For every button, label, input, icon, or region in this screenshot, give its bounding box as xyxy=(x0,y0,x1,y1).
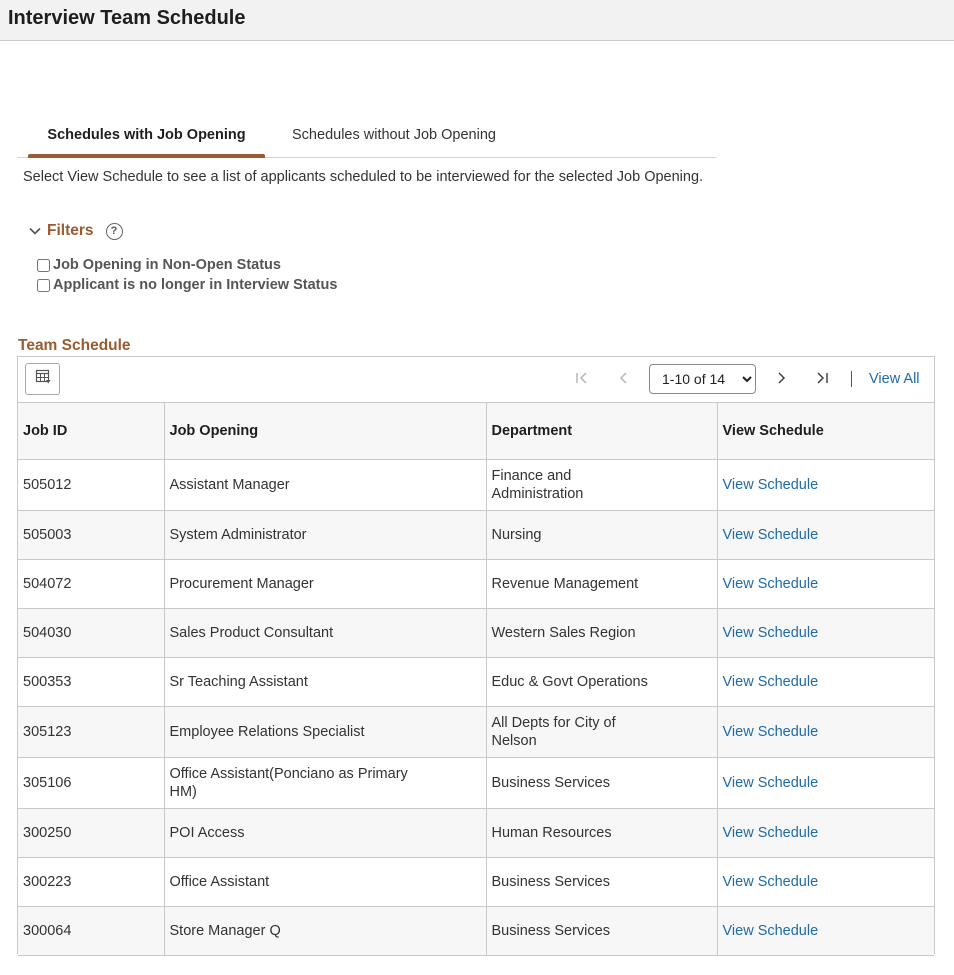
view-schedule-link[interactable]: View Schedule xyxy=(717,808,934,858)
tab-schedules-with-job-opening[interactable]: Schedules with Job Opening xyxy=(28,116,265,158)
cell-job-id: 305123 xyxy=(18,706,165,758)
filter-non-open-status-checkbox[interactable] xyxy=(37,258,50,272)
table-row: 305106 Office Assistant(Ponciano as Prim… xyxy=(18,757,934,809)
cell-job-id: 300250 xyxy=(18,808,165,858)
grid-title: Team Schedule xyxy=(18,337,131,354)
view-schedule-link[interactable]: View Schedule xyxy=(717,857,934,907)
filter-not-interview-status-checkbox[interactable] xyxy=(37,278,50,292)
cell-department: Revenue Management xyxy=(486,559,718,609)
page-header: Interview Team Schedule xyxy=(0,0,954,41)
view-schedule-link[interactable]: View Schedule xyxy=(717,906,934,956)
cell-job-opening: Store Manager Q xyxy=(164,906,487,956)
cell-job-opening: POI Access xyxy=(164,808,487,858)
last-page-icon[interactable] xyxy=(813,369,831,387)
cell-job-opening: Sr Teaching Assistant xyxy=(164,657,487,707)
view-schedule-link[interactable]: View Schedule xyxy=(717,657,934,707)
cell-job-id: 300064 xyxy=(18,906,165,956)
tab-bar: Schedules with Job Opening Schedules wit… xyxy=(17,116,716,158)
previous-page-icon[interactable] xyxy=(615,369,633,387)
cell-job-opening: System Administrator xyxy=(164,510,487,560)
table-row: 300223 Office Assistant Business Service… xyxy=(18,857,934,907)
cell-department: All Depts for City of Nelson xyxy=(486,706,718,758)
column-header-job-opening: Job Opening xyxy=(164,403,487,460)
table-row: 300250 POI Access Human Resources View S… xyxy=(18,808,934,858)
grid-toolbar: 1-10 of 14 View All xyxy=(18,357,934,403)
cell-job-id: 500353 xyxy=(18,657,165,707)
cell-department: Nursing xyxy=(486,510,718,560)
instructions-text: Select View Schedule to see a list of ap… xyxy=(23,169,704,185)
table-row: 500353 Sr Teaching Assistant Educ & Govt… xyxy=(18,657,934,707)
cell-job-opening: Office Assistant(Ponciano as Primary HM) xyxy=(164,757,487,809)
view-all-link[interactable]: View All xyxy=(869,371,920,387)
cell-department: Human Resources xyxy=(486,808,718,858)
cell-job-id: 504030 xyxy=(18,608,165,658)
filter-not-interview-status-label: Applicant is no longer in Interview Stat… xyxy=(53,277,338,293)
view-schedule-link[interactable]: View Schedule xyxy=(717,608,934,658)
cell-department: Finance and Administration xyxy=(486,459,718,511)
cell-department: Western Sales Region xyxy=(486,608,718,658)
cell-job-id: 305106 xyxy=(18,757,165,809)
personalize-grid-button[interactable] xyxy=(25,363,60,395)
tab-schedules-without-job-opening[interactable]: Schedules without Job Opening xyxy=(279,116,509,157)
cell-department: Business Services xyxy=(486,857,718,907)
view-schedule-link[interactable]: View Schedule xyxy=(717,706,934,758)
table-row: 305123 Employee Relations Specialist All… xyxy=(18,706,934,758)
cell-job-opening: Sales Product Consultant xyxy=(164,608,487,658)
cell-job-id: 505003 xyxy=(18,510,165,560)
filters-label: Filters xyxy=(47,222,94,239)
page-range-select[interactable]: 1-10 of 14 xyxy=(649,364,756,394)
filter-non-open-status[interactable]: Job Opening in Non-Open Status xyxy=(37,257,281,273)
cell-job-opening: Procurement Manager xyxy=(164,559,487,609)
table-row: 300064 Store Manager Q Business Services… xyxy=(18,906,934,956)
schedule-table: Job ID Job Opening Department View Sched… xyxy=(18,403,934,956)
toolbar-separator xyxy=(851,371,852,387)
table-row: 505012 Assistant Manager Finance and Adm… xyxy=(18,459,934,511)
table-row: 504030 Sales Product Consultant Western … xyxy=(18,608,934,658)
next-page-icon[interactable] xyxy=(772,369,790,387)
cell-department: Business Services xyxy=(486,757,718,809)
view-schedule-link[interactable]: View Schedule xyxy=(717,459,934,511)
cell-job-opening: Employee Relations Specialist xyxy=(164,706,487,758)
column-header-view-schedule: View Schedule xyxy=(717,403,934,460)
cell-job-id: 505012 xyxy=(18,459,165,511)
team-schedule-grid: 1-10 of 14 View All Job ID Job Opening D… xyxy=(17,356,935,956)
cell-department: Educ & Govt Operations xyxy=(486,657,718,707)
cell-job-id: 504072 xyxy=(18,559,165,609)
table-header-row: Job ID Job Opening Department View Sched… xyxy=(18,403,934,460)
cell-job-id: 300223 xyxy=(18,857,165,907)
column-header-department: Department xyxy=(486,403,718,460)
page-title: Interview Team Schedule xyxy=(8,7,246,29)
filter-non-open-status-label: Job Opening in Non-Open Status xyxy=(53,257,281,273)
column-header-job-id: Job ID xyxy=(18,403,165,460)
view-schedule-link[interactable]: View Schedule xyxy=(717,510,934,560)
filters-toggle[interactable]: Filters ? xyxy=(28,222,123,240)
chevron-down-icon xyxy=(28,224,42,238)
view-schedule-link[interactable]: View Schedule xyxy=(717,559,934,609)
help-icon[interactable]: ? xyxy=(105,222,123,240)
cell-job-opening: Assistant Manager xyxy=(164,459,487,511)
view-schedule-link[interactable]: View Schedule xyxy=(717,757,934,809)
table-row: 505003 System Administrator Nursing View… xyxy=(18,510,934,560)
table-row: 504072 Procurement Manager Revenue Manag… xyxy=(18,559,934,609)
cell-job-opening: Office Assistant xyxy=(164,857,487,907)
grid-settings-icon xyxy=(35,369,51,390)
filter-not-interview-status[interactable]: Applicant is no longer in Interview Stat… xyxy=(37,277,337,293)
first-page-icon[interactable] xyxy=(573,369,591,387)
cell-department: Business Services xyxy=(486,906,718,956)
